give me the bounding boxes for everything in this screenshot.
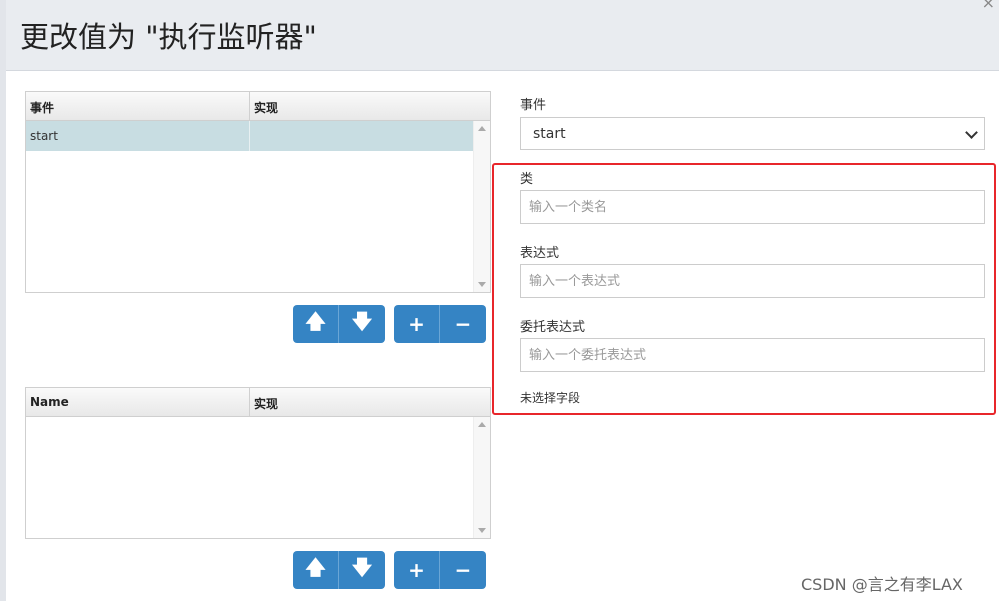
- event-label: 事件: [520, 98, 547, 113]
- arrow-down-icon: 🡇: [351, 555, 373, 579]
- move-down-button[interactable]: 🡇: [339, 305, 385, 343]
- cell-event: start: [30, 129, 58, 143]
- minus-icon: −: [454, 312, 472, 336]
- scroll-up-icon[interactable]: [478, 422, 486, 427]
- scroll-down-icon[interactable]: [478, 282, 486, 287]
- listener-move-buttons: 🡅 🡇: [293, 305, 385, 343]
- left-edge: [0, 0, 6, 601]
- arrow-down-icon: 🡇: [351, 309, 373, 333]
- move-down-button[interactable]: 🡇: [339, 551, 385, 589]
- delegate-expression-input[interactable]: [520, 338, 985, 372]
- watermark: CSDN @言之有李LAX: [801, 575, 963, 594]
- chevron-down-icon: [965, 126, 978, 139]
- remove-listener-button[interactable]: −: [440, 305, 486, 343]
- minus-icon: −: [454, 558, 472, 582]
- listeners-grid: 事件 实现 start: [25, 91, 491, 293]
- scroll-down-icon[interactable]: [478, 528, 486, 533]
- vertical-scrollbar[interactable]: [473, 417, 490, 538]
- column-header-implementation[interactable]: 实现: [254, 99, 278, 116]
- add-field-button[interactable]: +: [394, 551, 440, 589]
- expression-label: 表达式: [520, 246, 560, 261]
- table-row[interactable]: start: [26, 121, 474, 151]
- arrow-up-icon: 🡅: [305, 309, 326, 333]
- move-up-button[interactable]: 🡅: [293, 551, 339, 589]
- class-label: 类: [520, 172, 534, 187]
- move-up-button[interactable]: 🡅: [293, 305, 339, 343]
- listener-edit-buttons: + −: [394, 305, 486, 343]
- grid-header: Name 实现: [26, 388, 490, 417]
- column-header-event[interactable]: 事件: [30, 99, 54, 116]
- column-header-implementation[interactable]: 实现: [254, 395, 278, 412]
- field-move-buttons: 🡅 🡇: [293, 551, 385, 589]
- event-select-value: start: [533, 126, 566, 142]
- class-input[interactable]: [520, 190, 985, 224]
- column-header-name[interactable]: Name: [30, 395, 69, 409]
- add-listener-button[interactable]: +: [394, 305, 440, 343]
- no-field-selected-text: 未选择字段: [520, 391, 581, 405]
- expression-input[interactable]: [520, 264, 985, 298]
- grid-header: 事件 实现: [26, 92, 490, 121]
- remove-field-button[interactable]: −: [440, 551, 486, 589]
- fields-grid: Name 实现: [25, 387, 491, 539]
- vertical-scrollbar[interactable]: [473, 121, 490, 292]
- event-select[interactable]: start: [520, 117, 985, 150]
- dialog-title: 更改值为 "执行监听器": [20, 20, 317, 54]
- arrow-up-icon: 🡅: [305, 555, 326, 579]
- close-icon[interactable]: ×: [982, 0, 995, 12]
- delegate-expression-label: 委托表达式: [520, 320, 586, 335]
- dialog-header: 更改值为 "执行监听器" ×: [6, 0, 999, 71]
- field-edit-buttons: + −: [394, 551, 486, 589]
- plus-icon: +: [408, 312, 425, 336]
- scroll-up-icon[interactable]: [478, 126, 486, 131]
- plus-icon: +: [408, 558, 425, 582]
